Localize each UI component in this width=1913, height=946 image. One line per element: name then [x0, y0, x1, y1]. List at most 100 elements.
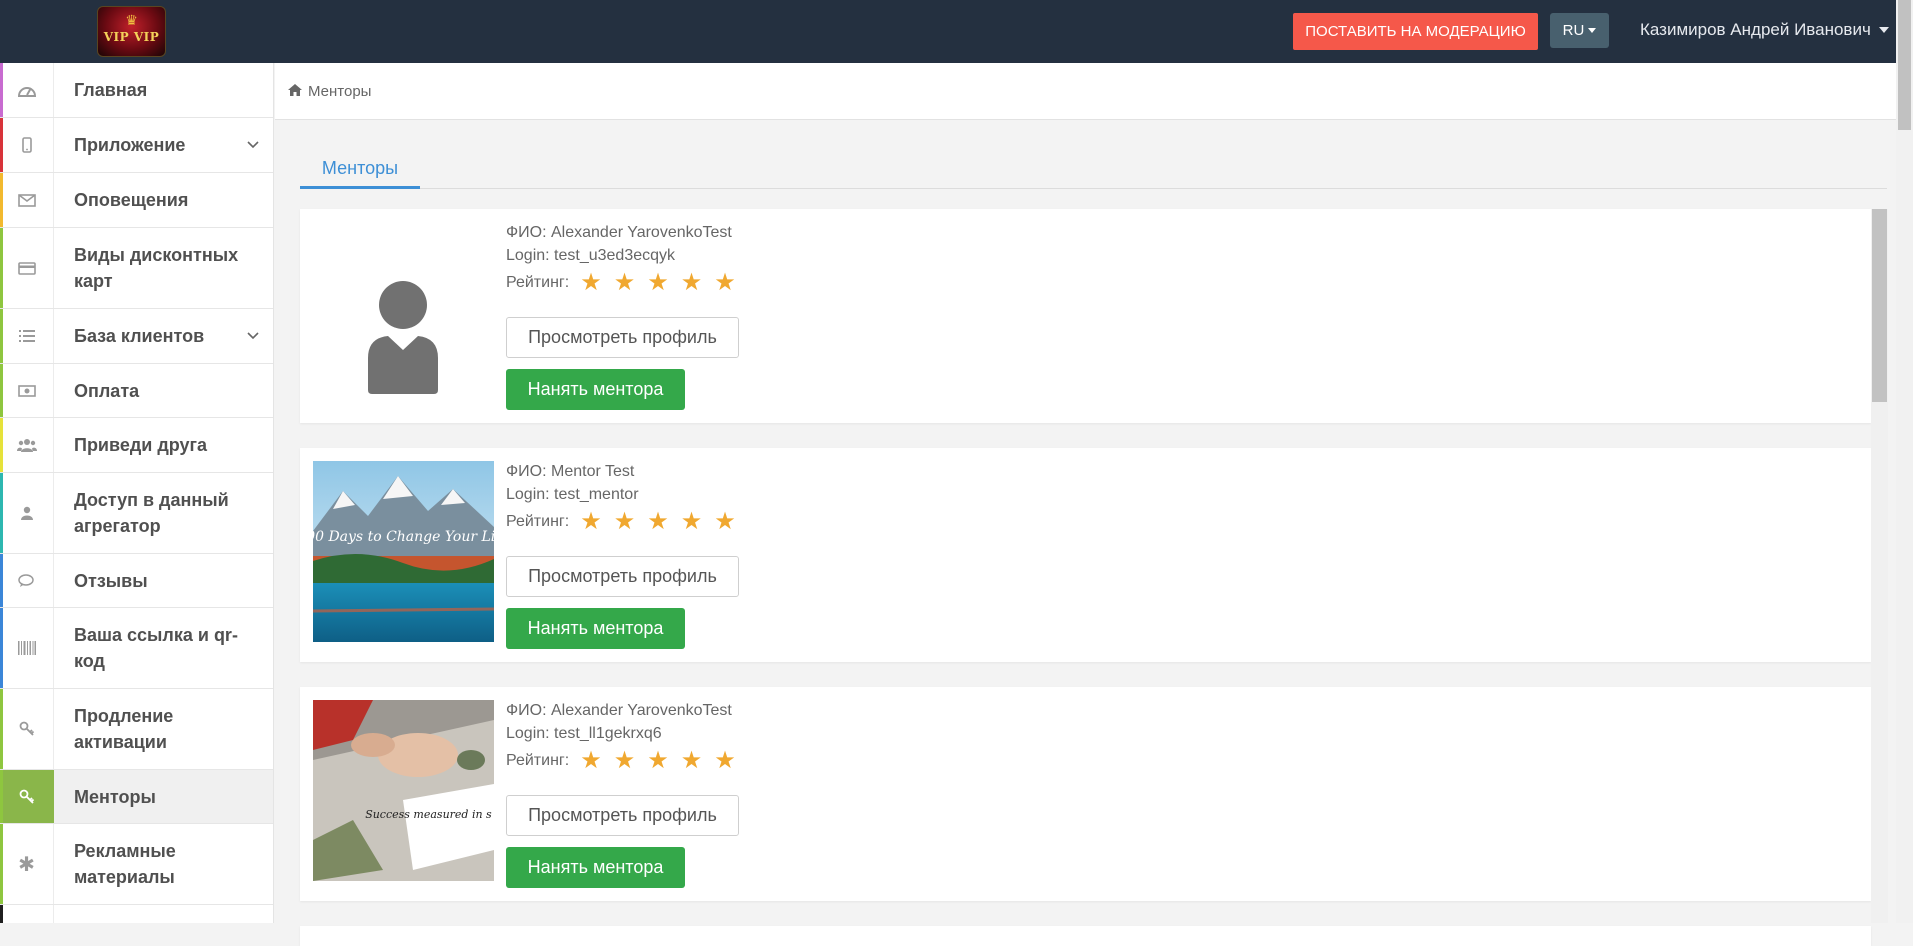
star-icon: ★	[647, 747, 669, 774]
page-scrollbar[interactable]	[1896, 0, 1913, 923]
language-label: RU	[1562, 22, 1585, 39]
mentor-rating: Рейтинг: ★ ★ ★ ★ ★	[506, 270, 736, 296]
envelope-icon	[0, 173, 54, 227]
money-icon	[0, 364, 54, 417]
sidebar-item-label: База клиентов	[74, 326, 205, 346]
language-dropdown[interactable]: RU	[1550, 13, 1609, 48]
mentor-card: ФИО: Alexander YarovenkoTest Login: test…	[300, 209, 1871, 423]
star-icon: ★	[647, 269, 669, 296]
mobile-icon	[0, 118, 54, 172]
page-scrollbar-thumb[interactable]	[1898, 0, 1911, 130]
sidebar-item-label: Рекламные материалы	[74, 841, 176, 887]
mentor-card	[300, 926, 1871, 946]
hire-mentor-button[interactable]: Нанять ментора	[506, 847, 685, 888]
sidebar-item-app[interactable]: Приложение	[0, 118, 273, 173]
mentor-login: Login: test_mentor	[506, 486, 639, 503]
star-icon: ★	[714, 508, 736, 535]
asterisk-icon: ✱	[0, 824, 54, 904]
star-icon: ★	[647, 508, 669, 535]
mentor-name: ФИО: Alexander YarovenkoTest	[506, 702, 732, 719]
logo-text: VIP VIP	[103, 30, 160, 44]
star-icon: ★	[680, 269, 703, 296]
breadcrumb-current: Менторы	[308, 82, 372, 100]
star-icon: ★	[580, 269, 602, 296]
key-icon	[0, 770, 54, 823]
sidebar-item-mentors[interactable]: Менторы	[0, 770, 273, 824]
top-navbar: ♛ VIP VIP ПОСТАВИТЬ НА МОДЕРАЦИЮ RU Кази…	[0, 0, 1913, 63]
sidebar-item-link-qr[interactable]: Ваша ссылка и qr-код	[0, 608, 273, 689]
star-icon: ★	[580, 508, 602, 535]
tab-mentors[interactable]: Менторы	[300, 150, 420, 189]
key-icon	[0, 689, 54, 769]
mentor-photo: 100 Days to Change Your Life	[313, 461, 494, 642]
rating-stars: ★ ★ ★ ★ ★	[580, 748, 736, 774]
chevron-down-icon	[233, 332, 273, 340]
star-icon: ★	[613, 508, 636, 535]
star-icon: ★	[714, 747, 736, 774]
sidebar-item-clients[interactable]: База клиентов	[0, 309, 273, 364]
credit-card-icon	[0, 228, 54, 308]
avatar-placeholder	[313, 222, 494, 403]
mentor-card: Success measured in s not mile ФИО: Alex…	[300, 687, 1871, 901]
caret-down-icon	[1588, 28, 1597, 33]
star-icon: ★	[680, 508, 703, 535]
sidebar-item-more[interactable]	[0, 905, 273, 923]
home-icon[interactable]	[288, 83, 302, 100]
sidebar-item-reviews[interactable]: Отзывы	[0, 554, 273, 608]
sidebar-item-label: Продление активации	[74, 706, 174, 752]
star-icon: ★	[580, 747, 602, 774]
photo-caption: 100 Days to Change Your Life	[313, 529, 494, 545]
star-icon: ★	[680, 747, 703, 774]
sidebar-item-label: Менторы	[74, 786, 156, 807]
sidebar-item-label: Приложение	[74, 135, 186, 155]
user-menu[interactable]: Казимиров Андрей Иванович	[1640, 20, 1889, 40]
sidebar-item-label: Оплата	[74, 380, 140, 401]
sidebar-item-renew-activation[interactable]: Продление активации	[0, 689, 273, 770]
users-icon	[0, 418, 54, 472]
sidebar-item-label: Отзывы	[74, 570, 148, 591]
breadcrumb: Менторы	[275, 63, 1913, 120]
app-logo[interactable]: ♛ VIP VIP	[97, 6, 166, 57]
view-profile-button[interactable]: Просмотреть профиль	[506, 556, 739, 597]
sidebar-item-label: Виды дисконтных карт	[74, 245, 239, 291]
view-profile-button[interactable]: Просмотреть профиль	[506, 795, 739, 836]
mentor-name: ФИО: Mentor Test	[506, 463, 635, 480]
moderation-button[interactable]: ПОСТАВИТЬ НА МОДЕРАЦИЮ	[1293, 13, 1538, 50]
photo-caption: Success measured in s not mile	[365, 808, 494, 821]
mentor-info: ФИО: Alexander YarovenkoTest Login: test…	[506, 221, 736, 296]
mentor-photo: Success measured in s not mile	[313, 700, 494, 881]
hire-mentor-button[interactable]: Нанять ментора	[506, 608, 685, 649]
mentor-name: ФИО: Alexander YarovenkoTest	[506, 224, 732, 241]
mentor-login: Login: test_u3ed3ecqyk	[506, 247, 676, 264]
sidebar-item-label: Оповещения	[74, 190, 189, 210]
star-icon: ★	[613, 747, 636, 774]
user-name: Казимиров Андрей Иванович	[1640, 20, 1871, 39]
sidebar-item-home[interactable]: Главная	[0, 63, 273, 118]
sidebar-item-label: Ваша ссылка и qr-код	[74, 625, 238, 671]
sidebar: Главная Приложение Оповещения Виды диско…	[0, 63, 274, 923]
sidebar-item-ad-materials[interactable]: ✱ Рекламные материалы	[0, 824, 273, 905]
crown-icon: ♛	[125, 12, 138, 28]
sidebar-item-label: Главная	[74, 80, 148, 100]
tab-bar: Менторы	[300, 150, 1887, 189]
mentor-info: ФИО: Alexander YarovenkoTest Login: test…	[506, 699, 736, 774]
sidebar-item-aggregator-access[interactable]: Доступ в данный агрегатор	[0, 473, 273, 554]
user-icon	[0, 473, 54, 553]
hire-mentor-button[interactable]: Нанять ментора	[506, 369, 685, 410]
rating-stars: ★ ★ ★ ★ ★	[580, 270, 736, 296]
barcode-icon	[0, 608, 54, 688]
mentor-card: 100 Days to Change Your Life ФИО: Mentor…	[300, 448, 1871, 662]
sidebar-item-refer-friend[interactable]: Приведи друга	[0, 418, 273, 473]
caret-down-icon	[1878, 27, 1889, 33]
sidebar-item-notifications[interactable]: Оповещения	[0, 173, 273, 228]
sidebar-item-label: Приведи друга	[74, 435, 208, 455]
list-icon	[0, 309, 54, 363]
view-profile-button[interactable]: Просмотреть профиль	[506, 317, 739, 358]
sidebar-item-payment[interactable]: Оплата	[0, 364, 273, 418]
list-scrollbar-thumb[interactable]	[1872, 209, 1887, 402]
rating-label: Рейтинг:	[506, 752, 570, 769]
dashboard-icon	[0, 63, 54, 117]
mentor-login: Login: test_ll1gekrxq6	[506, 725, 662, 742]
sidebar-item-discount-cards[interactable]: Виды дисконтных карт	[0, 228, 273, 309]
star-icon: ★	[714, 269, 736, 296]
